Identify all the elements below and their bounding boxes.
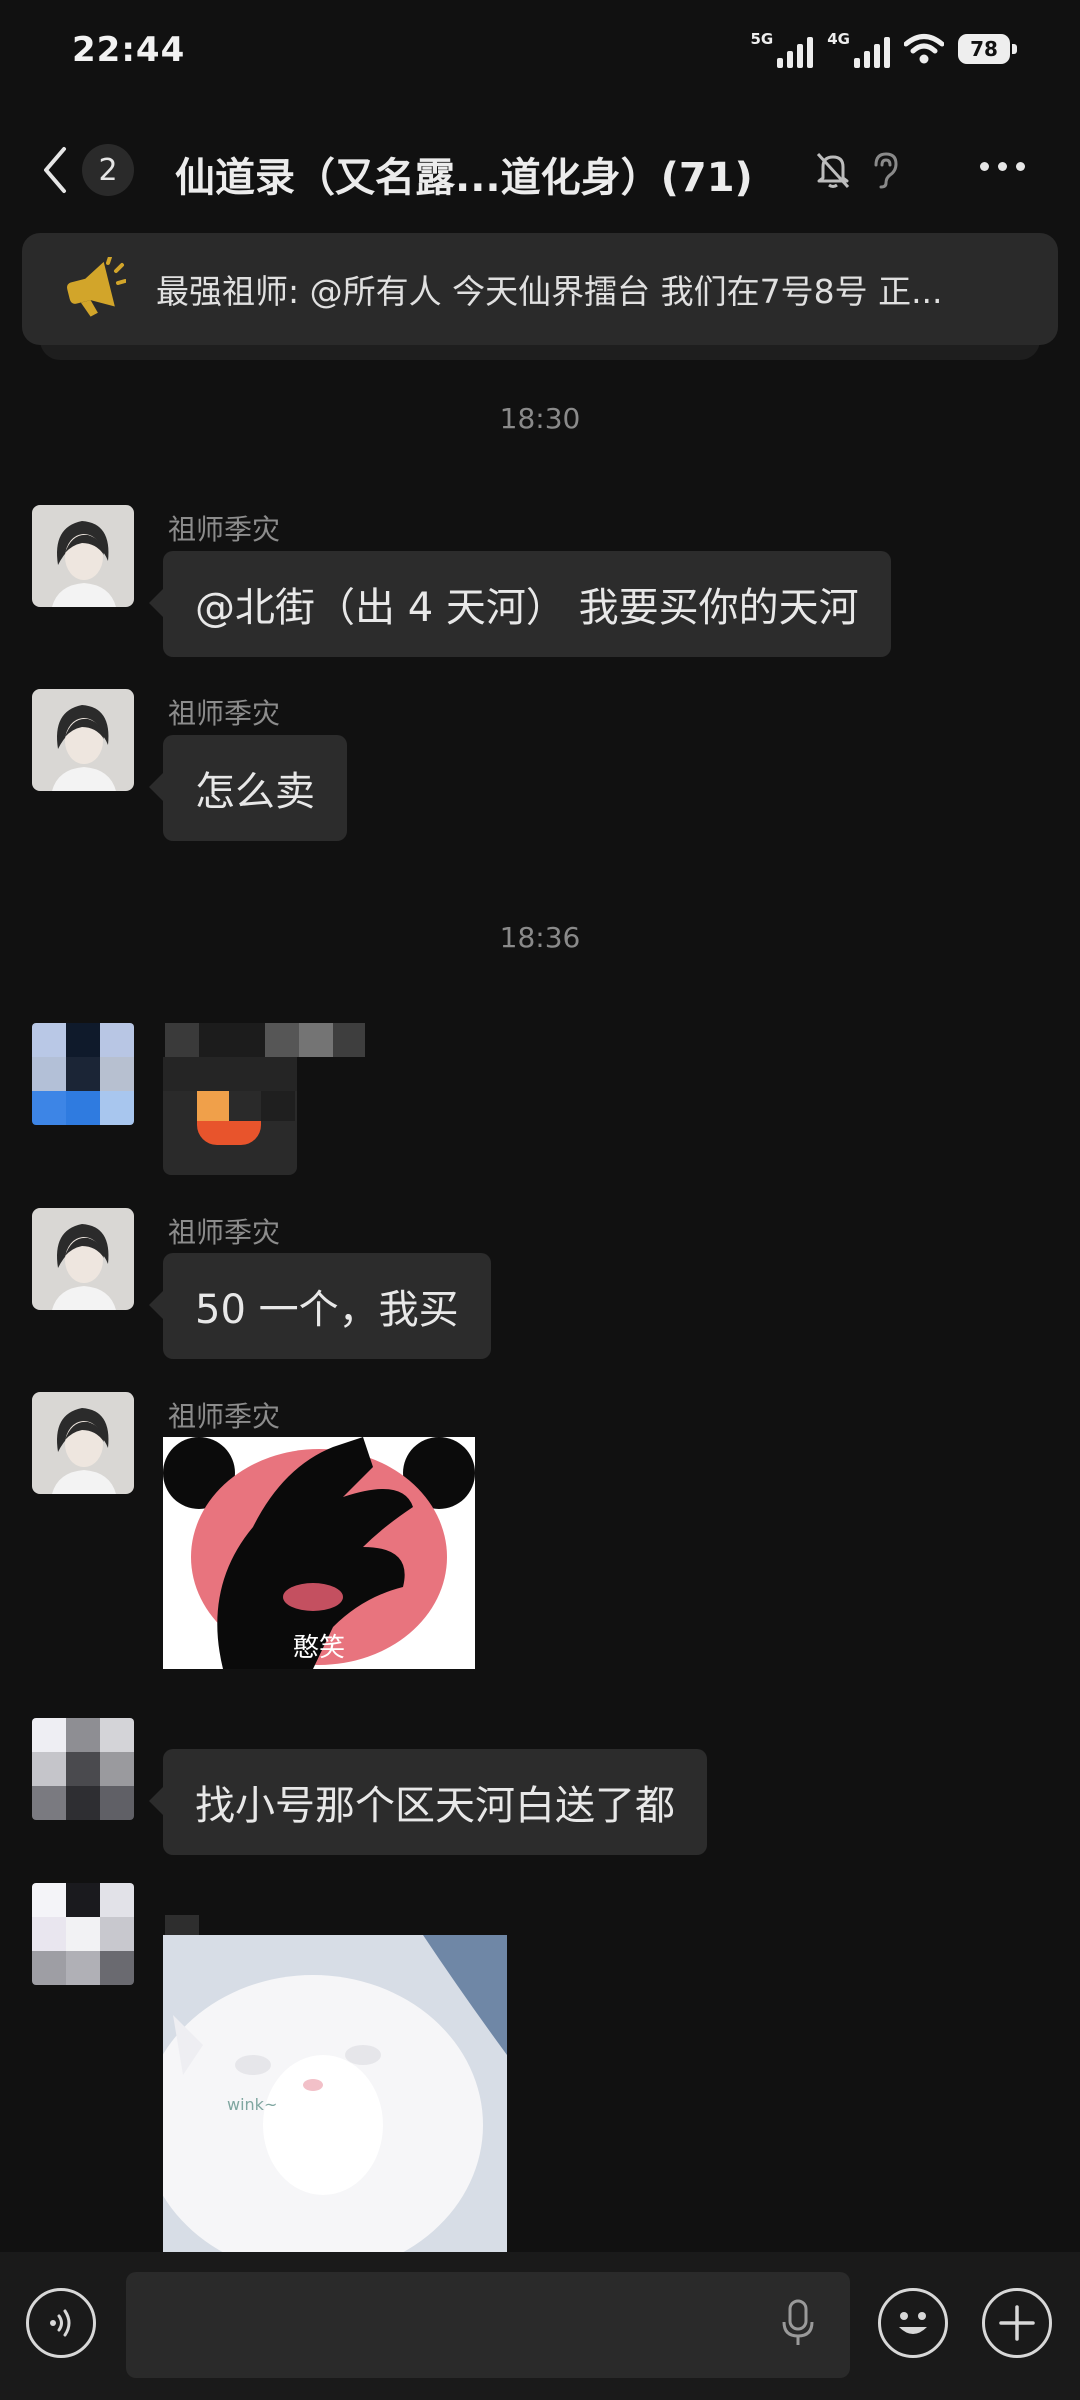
message-input[interactable] xyxy=(126,2272,850,2378)
plus-icon[interactable] xyxy=(982,2288,1052,2358)
sticker-caption: wink~ xyxy=(227,2095,278,2114)
signal-4g-icon: 4G xyxy=(827,30,890,68)
megaphone-icon xyxy=(67,257,126,317)
emoji-icon[interactable] xyxy=(878,2288,948,2358)
status-time: 22:44 xyxy=(72,30,186,70)
avatar[interactable] xyxy=(32,505,134,607)
avatar-pixelated[interactable] xyxy=(32,1883,134,1985)
sender-name: 祖师季灾 xyxy=(168,513,281,546)
ear-icon xyxy=(874,152,898,189)
voice-icon[interactable] xyxy=(26,2288,96,2358)
status-icons: 5G 4G 78 xyxy=(751,30,1017,68)
sender-name: 祖师季灾 xyxy=(168,697,281,730)
sender-name: 祖师季灾 xyxy=(168,1216,281,1249)
avatar-pixelated[interactable] xyxy=(32,1023,134,1125)
chat-title[interactable]: 仙道录（又名露...道化身）(71) xyxy=(175,145,753,203)
announcement-bar[interactable]: 最强祖师: @所有人 今天仙界擂台 我们在7号8号 正... xyxy=(22,233,1058,345)
back-icon[interactable] xyxy=(40,145,70,195)
sender-name-pixelated xyxy=(165,1023,365,1057)
mute-bell-icon xyxy=(816,152,850,189)
time-separator: 18:30 xyxy=(499,402,581,435)
sticker-caption: 憨笑 xyxy=(292,1633,345,1663)
message-bubble[interactable]: 50 一个，我买 xyxy=(149,1253,491,1359)
sticker-cat[interactable]: wink~ xyxy=(163,1935,507,2252)
sticker-panda[interactable]: 憨笑 xyxy=(163,1437,475,1669)
message-bubble-pixelated[interactable] xyxy=(163,1057,297,1175)
avatar[interactable] xyxy=(32,689,134,791)
mic-icon[interactable] xyxy=(780,2298,816,2348)
avatar[interactable] xyxy=(32,1208,134,1310)
avatar-pixelated[interactable] xyxy=(32,1718,134,1820)
message-bubble[interactable]: 怎么卖 xyxy=(149,735,347,841)
signal-5g-icon: 5G xyxy=(751,30,814,68)
message-bubble[interactable]: 找小号那个区天河白送了都 xyxy=(149,1749,707,1855)
wifi-icon xyxy=(904,34,944,64)
message-bubble[interactable]: @北街（出 4 天河） 我要买你的天河 xyxy=(149,551,891,657)
announcement-text: 最强祖师: @所有人 今天仙界擂台 我们在7号8号 正... xyxy=(156,272,943,311)
more-icon[interactable] xyxy=(980,162,1025,171)
time-separator: 18:36 xyxy=(499,921,581,954)
sender-name: 祖师季灾 xyxy=(168,1400,281,1433)
avatar[interactable] xyxy=(32,1392,134,1494)
unread-badge[interactable]: 2 xyxy=(82,144,134,196)
battery-icon: 78 xyxy=(958,34,1017,64)
